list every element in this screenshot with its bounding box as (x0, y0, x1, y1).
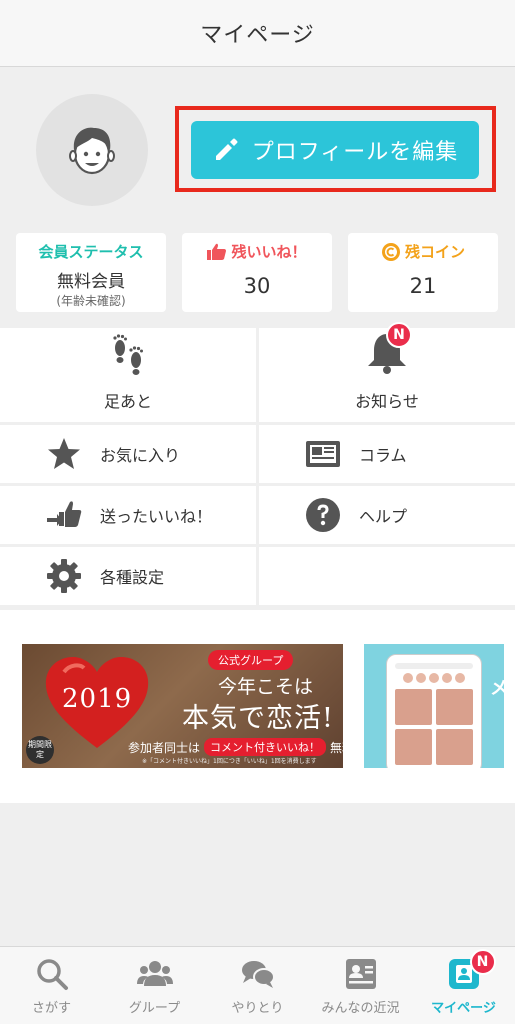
member-status-title: 会員ステータス (38, 243, 144, 261)
app-preview-banner[interactable]: メ (364, 644, 504, 768)
sent-like-icon (47, 501, 82, 527)
menu-notifications-label: お知らせ (355, 392, 419, 411)
phone-mockup (386, 654, 482, 768)
menu-help[interactable]: ヘルプ (259, 486, 515, 544)
banner-note: ※「コメント付きいいね」1回につき「いいね」1回を消費します (142, 758, 317, 765)
status-card-icon (345, 959, 376, 989)
menu-column[interactable]: コラム (259, 425, 515, 483)
tab-status[interactable]: みんなの近況 (309, 947, 412, 1024)
user-face-icon (69, 127, 115, 175)
thumbs-up-icon (207, 243, 227, 260)
newspaper-icon (306, 441, 340, 467)
header: マイページ (0, 0, 515, 67)
banner-line1: 今年こそは (218, 676, 314, 698)
group-icon (136, 961, 173, 986)
pencil-icon (215, 138, 238, 160)
tab-group[interactable]: グループ (103, 947, 206, 1024)
chat-icon (241, 961, 275, 988)
banner-line3-prefix: 参加者同士は (128, 740, 201, 755)
tab-mypage-label: マイページ (431, 1001, 496, 1016)
gear-icon (47, 559, 81, 593)
banner-line2: 本気で恋活! (182, 703, 334, 734)
menu-footprints[interactable]: 足あと (0, 328, 256, 422)
page-title: マイページ (200, 23, 315, 48)
menu-settings-label: 各種設定 (100, 568, 165, 587)
menu-column-label: コラム (359, 446, 407, 465)
profile-section: プロフィールを編集 (0, 68, 515, 228)
menu-sent-likes[interactable]: 送ったいいね！ (0, 486, 256, 544)
remaining-coins-title: 残コイン (404, 243, 465, 261)
banner-carousel: 2019 期間限定 公式グループ 今年こそは 本気で恋活! 参加者同士は コメン… (0, 610, 515, 803)
tab-group-label: グループ (128, 1001, 181, 1016)
edit-profile-label: プロフィールを編集 (251, 140, 459, 165)
menu-favorites-label: お気に入り (100, 446, 181, 465)
star-icon (48, 438, 80, 469)
tab-search-label: さがす (31, 1001, 71, 1016)
coin-icon (381, 242, 400, 261)
remaining-coins-card[interactable]: 残コイン 21 (348, 233, 498, 312)
member-status-card[interactable]: 会員ステータス 無料会員 (年齢未確認) (16, 233, 166, 312)
menu-empty-cell (259, 547, 515, 605)
help-icon (306, 498, 340, 532)
member-status-value: 無料会員 (57, 272, 125, 292)
edit-profile-button[interactable]: プロフィールを編集 (191, 121, 479, 179)
menu-favorites[interactable]: お気に入り (0, 425, 256, 483)
official-group-tag: 公式グループ (208, 650, 294, 670)
banner-line3: 参加者同士は コメント付きいいね！ 無料 (128, 738, 343, 756)
limited-badge: 期間限定 (26, 736, 54, 764)
banner-year: 2019 (62, 684, 133, 714)
notification-badge: N (386, 322, 412, 348)
banner-comment-pill: コメント付きいいね！ (204, 738, 327, 756)
menu-help-label: ヘルプ (359, 507, 408, 526)
campaign-banner[interactable]: 2019 期間限定 公式グループ 今年こそは 本気で恋活! 参加者同士は コメン… (22, 644, 343, 768)
banner2-side-text: メ (490, 678, 504, 699)
tab-mypage[interactable]: N マイページ (412, 947, 515, 1024)
menu-footprints-label: 足あと (103, 392, 152, 411)
tab-chat-label: やりとり (231, 1001, 284, 1016)
search-icon (36, 959, 68, 990)
menu-settings[interactable]: 各種設定 (0, 547, 256, 605)
remaining-likes-title: 残いいね！ (231, 243, 307, 261)
remaining-likes-value: 30 (243, 274, 271, 298)
tab-search[interactable]: さがす (0, 947, 103, 1024)
tab-bar: さがす グループ やりとり みんなの近況 N マイページ (0, 946, 515, 1024)
banner-line3-suffix: 無料 (330, 740, 343, 755)
mypage-badge: N (469, 949, 496, 975)
remaining-coins-value: 21 (409, 274, 437, 298)
tab-chat[interactable]: やりとり (206, 947, 309, 1024)
remaining-likes-card[interactable]: 残いいね！ 30 (182, 233, 332, 312)
tab-status-label: みんなの近況 (321, 1001, 400, 1016)
menu-notifications[interactable]: N お知らせ (259, 322, 515, 422)
avatar[interactable] (36, 94, 148, 206)
menu-sent-likes-label: 送ったいいね！ (100, 507, 213, 526)
footprints-icon (113, 334, 143, 375)
member-status-sub: (年齢未確認) (56, 294, 126, 308)
